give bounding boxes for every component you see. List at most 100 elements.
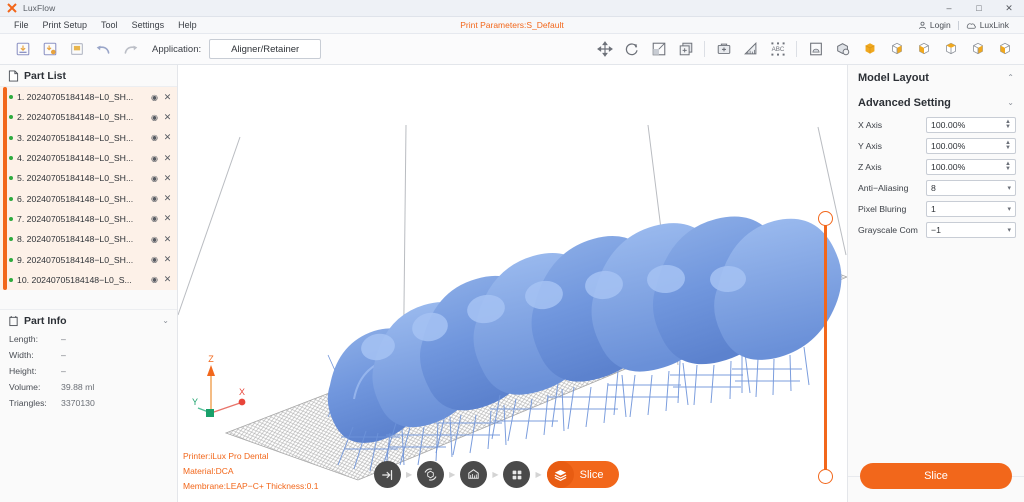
slice-button[interactable]: Slice (860, 463, 1012, 489)
remove-part-button[interactable]: ✕ (163, 254, 172, 265)
part-list-item-8[interactable]: 8. 20240705184148−L0_SH... ◉ ✕ (0, 229, 177, 249)
part-list-item-4[interactable]: 4. 20240705184148−L0_SH... ◉ ✕ (0, 148, 177, 168)
visibility-toggle-icon[interactable]: ◉ (150, 174, 159, 183)
remove-part-button[interactable]: ✕ (163, 173, 172, 184)
visibility-toggle-icon[interactable]: ◉ (150, 113, 159, 122)
import-model-button[interactable] (12, 39, 33, 60)
rotate-tool-button[interactable] (621, 39, 642, 60)
menu-help[interactable]: Help (171, 17, 204, 34)
remove-part-button[interactable]: ✕ (163, 193, 172, 204)
x-axis-input[interactable]: 100.00% ▲ ▼ (926, 117, 1016, 133)
remove-part-button[interactable]: ✕ (163, 153, 172, 164)
slice-step-button[interactable]: Slice (546, 461, 620, 488)
step-orient[interactable] (417, 461, 445, 488)
status-dot (9, 237, 13, 242)
part-info-header[interactable]: Part Info ⌄ (0, 309, 177, 331)
chevron-down-icon[interactable]: ⌄ (162, 316, 169, 325)
remove-part-button[interactable]: ✕ (163, 274, 172, 285)
z-slider-top-handle[interactable] (818, 211, 833, 226)
slice-step-label: Slice (579, 468, 604, 481)
measure-tool-button[interactable] (740, 39, 761, 60)
visibility-toggle-icon[interactable]: ◉ (150, 154, 159, 163)
advanced-setting-header[interactable]: Advanced Setting ⌄ (848, 90, 1024, 115)
visibility-toggle-icon[interactable]: ◉ (150, 93, 159, 102)
view-left-button[interactable] (913, 39, 934, 60)
platform-view-button[interactable] (805, 39, 826, 60)
part-list-item-3[interactable]: 3. 20240705184148−L0_SH... ◉ ✕ (0, 128, 177, 148)
undo-button[interactable] (93, 39, 114, 60)
x-axis-label: X Axis (858, 120, 883, 130)
move-tool-button[interactable] (594, 39, 615, 60)
minimize-button[interactable]: – (934, 0, 964, 16)
chevron-down-icon[interactable]: ▾ (1007, 205, 1011, 213)
menu-settings[interactable]: Settings (125, 17, 172, 34)
view-top-button[interactable] (967, 39, 988, 60)
chevron-up-icon[interactable]: ⌃ (1007, 73, 1014, 82)
visibility-toggle-icon[interactable]: ◉ (150, 255, 159, 264)
3d-viewport[interactable]: Z X Y Printer:iLux Pro Dental Material:D… (178, 65, 847, 502)
login-button[interactable]: Login (911, 20, 958, 30)
z-height-slider-track[interactable] (824, 218, 827, 476)
visibility-toggle-icon[interactable]: ◉ (150, 133, 159, 142)
part-list-item-7[interactable]: 7. 20240705184148−L0_SH... ◉ ✕ (0, 209, 177, 229)
visibility-toggle-icon[interactable]: ◉ (150, 235, 159, 244)
part-info-body: Length: – Width: – Height: – Volume: 39.… (0, 331, 177, 411)
view-front-button[interactable] (886, 39, 907, 60)
part-name: 10. 20240705184148−L0_S... (17, 274, 132, 285)
part-list-item-6[interactable]: 6. 20240705184148−L0_SH... ◉ ✕ (0, 188, 177, 208)
x-axis-spinner-icon[interactable]: ▲ ▼ (1005, 119, 1011, 130)
grayscale-com-select[interactable]: −1 ▾ (926, 222, 1016, 238)
y-axis-spinner-icon[interactable]: ▲ ▼ (1005, 140, 1011, 151)
part-list: 1. 20240705184148−L0_SH... ◉ ✕ 2. 202407… (0, 87, 177, 290)
visibility-toggle-icon[interactable]: ◉ (150, 275, 159, 284)
remove-part-button[interactable]: ✕ (163, 213, 172, 224)
login-label: Login (929, 20, 951, 30)
close-button[interactable]: ✕ (994, 0, 1024, 16)
support-tool-button[interactable] (713, 39, 734, 60)
y-axis-input[interactable]: 100.00% ▲ ▼ (926, 138, 1016, 154)
menu-tool[interactable]: Tool (94, 17, 125, 34)
view-bottom-button[interactable] (994, 39, 1015, 60)
part-list-item-9[interactable]: 9. 20240705184148−L0_SH... ◉ ✕ (0, 249, 177, 269)
label-text-tool-button[interactable]: ABC (767, 39, 788, 60)
z-slider-bottom-handle[interactable] (818, 469, 833, 484)
pixel-bluring-select[interactable]: 1 ▾ (926, 201, 1016, 217)
chevron-down-icon[interactable]: ▾ (1007, 226, 1011, 234)
luxlink-button[interactable]: LuxLink (959, 20, 1016, 30)
remove-part-button[interactable]: ✕ (163, 132, 172, 143)
anti-aliasing-select[interactable]: 8 ▾ (926, 180, 1016, 196)
maximize-button[interactable]: □ (964, 0, 994, 16)
inspect-model-button[interactable] (832, 39, 853, 60)
save-project-button[interactable] (66, 39, 87, 60)
advanced-setting-title: Advanced Setting (858, 96, 951, 109)
step-import[interactable] (374, 461, 401, 488)
menu-file[interactable]: File (7, 17, 36, 34)
view-right-button[interactable] (940, 39, 961, 60)
part-list-scrollbar[interactable] (3, 87, 7, 290)
duplicate-tool-button[interactable] (675, 39, 696, 60)
menu-print-setup[interactable]: Print Setup (36, 17, 95, 34)
scale-tool-button[interactable] (648, 39, 669, 60)
remove-part-button[interactable]: ✕ (163, 234, 172, 245)
part-list-header[interactable]: Part List (0, 65, 177, 87)
chevron-down-icon[interactable]: ▾ (1007, 184, 1011, 192)
redo-button[interactable] (120, 39, 141, 60)
view-solid-button[interactable] (859, 39, 880, 60)
z-axis-spinner-icon[interactable]: ▲ ▼ (1005, 161, 1011, 172)
step-layout[interactable] (503, 461, 531, 488)
application-select[interactable]: Aligner/Retainer (209, 39, 322, 59)
part-list-item-5[interactable]: 5. 20240705184148−L0_SH... ◉ ✕ (0, 168, 177, 188)
part-list-item-2[interactable]: 2. 20240705184148−L0_SH... ◉ ✕ (0, 107, 177, 127)
remove-part-button[interactable]: ✕ (163, 92, 172, 103)
visibility-toggle-icon[interactable]: ◉ (150, 214, 159, 223)
z-axis-input[interactable]: 100.00% ▲ ▼ (926, 159, 1016, 175)
step-support[interactable] (460, 461, 488, 488)
part-list-item-10[interactable]: 10. 20240705184148−L0_S... ◉ ✕ (0, 270, 177, 290)
remove-part-button[interactable]: ✕ (163, 112, 172, 123)
part-name: 1. 20240705184148−L0_SH... (17, 92, 134, 103)
model-layout-header[interactable]: Model Layout ⌃ (848, 65, 1024, 90)
visibility-toggle-icon[interactable]: ◉ (150, 194, 159, 203)
chevron-down-icon[interactable]: ⌄ (1007, 98, 1014, 107)
import-with-settings-button[interactable] (39, 39, 60, 60)
part-list-item-1[interactable]: 1. 20240705184148−L0_SH... ◉ ✕ (0, 87, 177, 107)
